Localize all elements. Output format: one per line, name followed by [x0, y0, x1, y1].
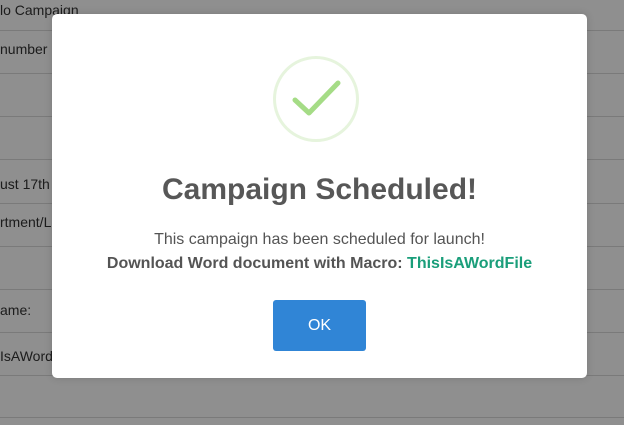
checkmark-icon	[273, 56, 359, 142]
checkmark-glyph	[292, 80, 341, 116]
download-file-link[interactable]: ThisIsAWordFile	[407, 255, 532, 272]
dialog-message-block: This campaign has been scheduled for lau…	[52, 228, 587, 276]
dialog-message: This campaign has been scheduled for lau…	[154, 231, 485, 248]
download-line: Download Word document with Macro: ThisI…	[52, 252, 587, 276]
ok-button[interactable]: OK	[273, 300, 366, 351]
campaign-scheduled-dialog: Campaign Scheduled! This campaign has be…	[52, 14, 587, 378]
download-prefix: Download Word document with Macro:	[106, 255, 403, 272]
dialog-title: Campaign Scheduled!	[161, 173, 478, 206]
